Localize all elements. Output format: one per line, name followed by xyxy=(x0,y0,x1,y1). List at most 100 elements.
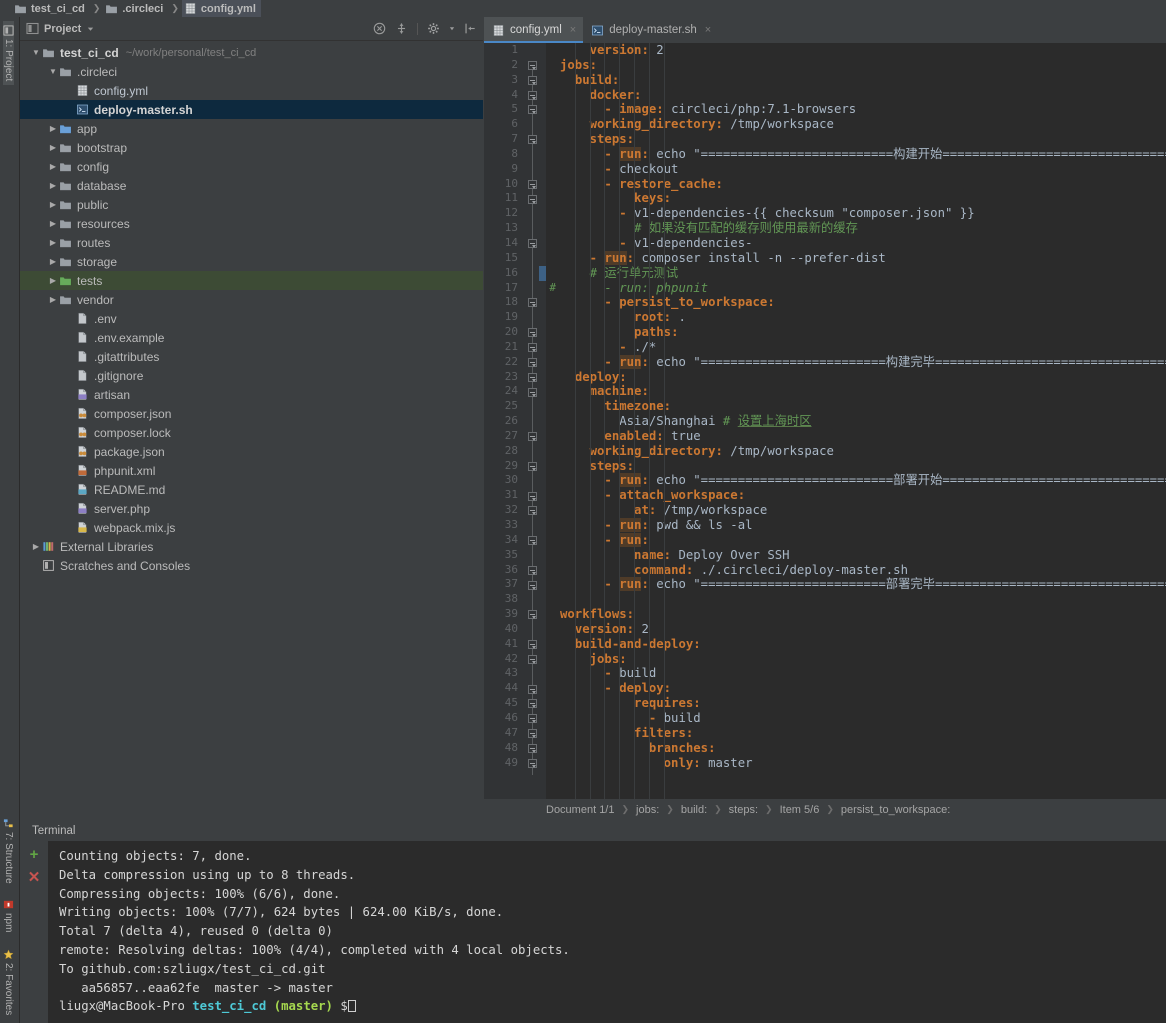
fold-marker[interactable] xyxy=(528,536,537,546)
tree-item--env-example[interactable]: .env.example xyxy=(20,328,483,347)
code-line[interactable]: deploy: xyxy=(560,370,1166,385)
code-line[interactable]: name: Deploy Over SSH xyxy=(560,548,1166,563)
code-content[interactable]: version: 2 jobs: build: docker: - image: … xyxy=(546,43,1166,799)
line-number[interactable]: 30 xyxy=(484,473,546,488)
chevron-right-icon[interactable]: ▶ xyxy=(47,257,59,266)
line-number[interactable]: 16 xyxy=(484,266,546,281)
code-line[interactable]: - build xyxy=(560,666,1166,681)
rail-button-npm[interactable]: npm xyxy=(3,895,14,936)
fold-marker[interactable] xyxy=(528,135,537,145)
code-line[interactable]: - persist_to_workspace: xyxy=(560,295,1166,310)
code-line[interactable]: - run: pwd && ls -al xyxy=(560,518,1166,533)
rail-button-structure[interactable]: 7: Structure xyxy=(3,814,14,888)
tree-item-external-libraries[interactable]: ▶ External Libraries xyxy=(20,537,483,556)
fold-marker[interactable] xyxy=(528,580,537,590)
line-number[interactable]: 17 xyxy=(484,281,546,296)
line-number[interactable]: 8 xyxy=(484,147,546,162)
new-session-button[interactable]: + xyxy=(30,847,39,862)
code-line[interactable]: # 运行单元测试 xyxy=(560,266,1166,281)
code-line[interactable]: - run: echo "=========================部署… xyxy=(560,577,1166,592)
fold-marker[interactable] xyxy=(528,372,537,382)
chevron-right-icon[interactable]: ▶ xyxy=(47,162,59,171)
close-session-button[interactable]: ✕ xyxy=(28,870,41,885)
code-line[interactable]: - run: echo "==========================部… xyxy=(560,473,1166,488)
status-breadcrumb-item[interactable]: persist_to_workspace: xyxy=(841,804,950,816)
fold-marker[interactable] xyxy=(528,357,537,367)
code-line[interactable]: branches: xyxy=(560,741,1166,756)
line-number[interactable]: 43 xyxy=(484,666,546,681)
collapse-all-icon[interactable] xyxy=(373,22,386,35)
fold-marker[interactable] xyxy=(528,432,537,442)
fold-marker[interactable] xyxy=(528,729,537,739)
fold-marker[interactable] xyxy=(528,194,537,204)
code-line[interactable]: build: xyxy=(560,73,1166,88)
code-line[interactable]: timezone: xyxy=(560,399,1166,414)
fold-marker[interactable] xyxy=(528,699,537,709)
status-breadcrumb-item[interactable]: steps: xyxy=(729,804,758,816)
code-line[interactable] xyxy=(560,592,1166,607)
fold-marker[interactable] xyxy=(528,640,537,649)
fold-marker[interactable] xyxy=(528,105,537,115)
chevron-right-icon[interactable]: ▶ xyxy=(30,542,42,551)
line-number[interactable]: 38 xyxy=(484,592,546,607)
scroll-from-source-icon[interactable] xyxy=(395,22,408,35)
tree-item-resources[interactable]: ▶ resources xyxy=(20,214,483,233)
fold-marker[interactable] xyxy=(528,610,537,620)
chevron-right-icon[interactable]: ▶ xyxy=(47,276,59,285)
line-number[interactable]: 1 xyxy=(484,43,546,58)
close-icon[interactable]: × xyxy=(570,24,576,36)
fold-marker[interactable] xyxy=(528,654,537,664)
fold-marker[interactable] xyxy=(528,60,537,70)
breadcrumb-item-test-ci-cd[interactable]: test_ci_cd xyxy=(12,0,90,17)
code-line[interactable]: Asia/Shanghai # 设置上海时区 xyxy=(560,414,1166,429)
tree-item-app[interactable]: ▶ app xyxy=(20,119,483,138)
tree-item-test-ci-cd[interactable]: ▼ test_ci_cd ~/work/personal/test_ci_cd xyxy=(20,43,483,62)
code-viewport[interactable]: 1 2 3 4 5 6 7 8 9 10 11 12 13 14 15 16 17 #18 19 20 21 22 23 24… xyxy=(484,43,1166,799)
code-line[interactable]: - image: circleci/php:7.1-browsers xyxy=(560,102,1166,117)
tree-item--circleci[interactable]: ▼ .circleci xyxy=(20,62,483,81)
code-line[interactable]: - build xyxy=(560,711,1166,726)
code-line[interactable]: - run: phpunit xyxy=(560,281,1166,296)
line-number[interactable]: 25 xyxy=(484,399,546,414)
code-line[interactable]: - run: composer install -n --prefer-dist xyxy=(560,250,1166,266)
code-line[interactable]: at: /tmp/workspace xyxy=(560,503,1166,518)
code-line[interactable]: - attach_workspace: xyxy=(560,488,1166,503)
chevron-down-icon[interactable]: ▼ xyxy=(47,67,59,76)
code-line[interactable]: jobs: xyxy=(560,652,1166,667)
line-number[interactable]: 33 xyxy=(484,518,546,533)
project-tree[interactable]: ▼ test_ci_cd ~/work/personal/test_ci_cd ▼ .c… xyxy=(20,41,483,820)
code-line[interactable]: docker: xyxy=(560,88,1166,103)
line-number[interactable]: 9 xyxy=(484,162,546,177)
tree-item-database[interactable]: ▶ database xyxy=(20,176,483,195)
fold-marker[interactable] xyxy=(528,714,537,724)
tree-item-tests[interactable]: ▶ tests xyxy=(20,271,483,290)
settings-gear-icon[interactable] xyxy=(427,22,440,35)
tree-item-webpack-mix-js[interactable]: webpack.mix.js xyxy=(20,518,483,537)
code-line[interactable]: - restore_cache: xyxy=(560,177,1166,192)
fold-marker[interactable] xyxy=(528,743,537,753)
gear-dropdown-icon[interactable] xyxy=(449,22,455,35)
code-line[interactable]: only: master xyxy=(560,756,1166,771)
terminal-output[interactable]: Counting objects: 7, done. Delta compress… xyxy=(48,841,1166,1023)
breadcrumb-item--circleci[interactable]: .circleci xyxy=(103,0,168,17)
chevron-right-icon[interactable]: ▶ xyxy=(47,200,59,209)
code-line[interactable]: requires: xyxy=(560,696,1166,711)
code-line[interactable]: - run: xyxy=(560,532,1166,548)
chevron-down-icon[interactable] xyxy=(86,24,95,33)
line-number[interactable]: 13 xyxy=(484,221,546,236)
code-line[interactable]: build-and-deploy: xyxy=(560,637,1166,652)
code-line[interactable]: version: 2 xyxy=(560,622,1166,637)
line-number[interactable]: 35 xyxy=(484,548,546,563)
tree-item--gitignore[interactable]: .gitignore xyxy=(20,366,483,385)
tree-item-config[interactable]: ▶ config xyxy=(20,157,483,176)
chevron-down-icon[interactable]: ▼ xyxy=(30,48,42,57)
editor-gutter[interactable]: 1 2 3 4 5 6 7 8 9 10 11 12 13 14 15 16 17 #18 19 20 21 22 23 24… xyxy=(484,43,556,799)
line-number[interactable]: 6 xyxy=(484,117,546,132)
code-line[interactable]: - v1-dependencies-{{ checksum "composer.… xyxy=(560,206,1166,221)
chevron-right-icon[interactable]: ▶ xyxy=(47,295,59,304)
fold-marker[interactable] xyxy=(528,758,537,768)
code-line[interactable]: filters: xyxy=(560,726,1166,741)
code-line[interactable]: workflows: xyxy=(560,607,1166,622)
tree-item-server-php[interactable]: server.php xyxy=(20,499,483,518)
tree-item--gitattributes[interactable]: .gitattributes xyxy=(20,347,483,366)
